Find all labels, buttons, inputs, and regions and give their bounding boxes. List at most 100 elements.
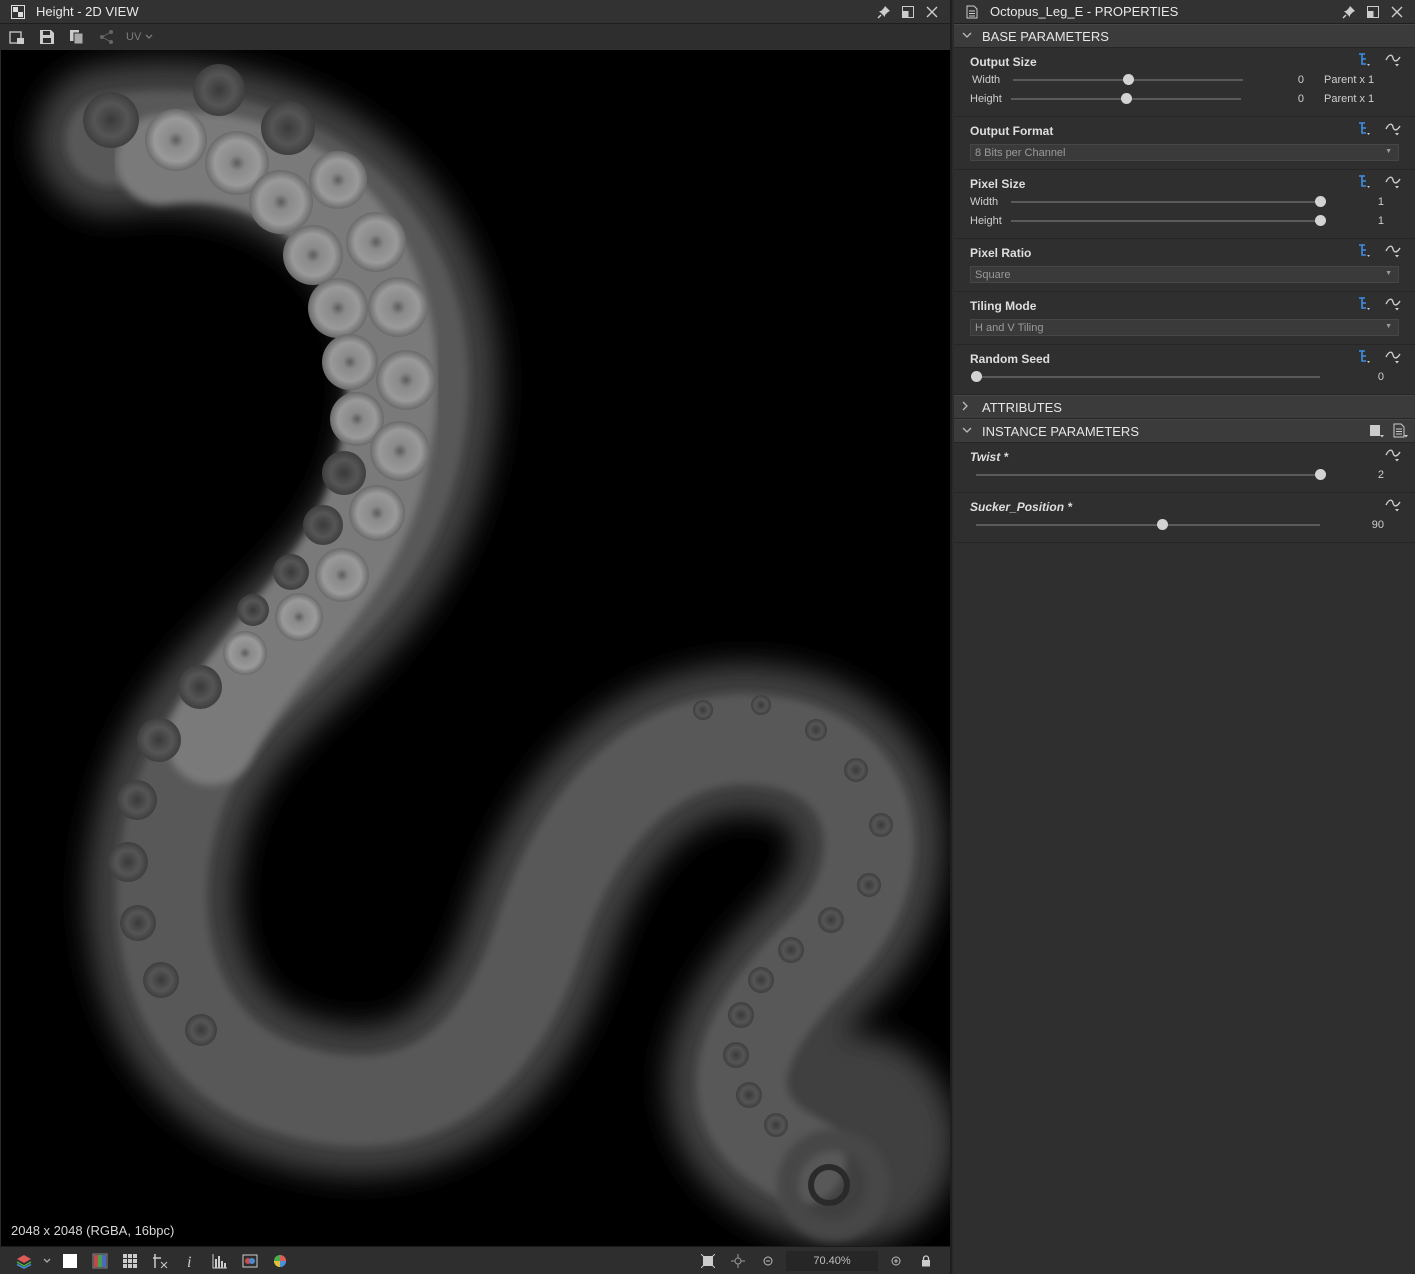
sucker-position-slider[interactable]	[976, 518, 1320, 530]
output-size-height-row: Height 0 Parent x 1	[970, 89, 1399, 108]
inheritance-icon[interactable]	[1357, 349, 1373, 365]
pixel-size-height-value: 1	[1377, 214, 1384, 227]
zoom-out-icon[interactable]	[756, 1250, 780, 1272]
close-icon[interactable]	[920, 2, 944, 22]
properties-titlebar: Octopus_Leg_E - PROPERTIES	[954, 0, 1415, 24]
tiling-mode-label: Tiling Mode	[970, 299, 1037, 313]
output-size-height-thumb[interactable]	[1121, 92, 1132, 104]
layers-icon[interactable]	[12, 1250, 36, 1272]
dropdown-arrow-icon: ▼	[1385, 270, 1392, 277]
preset-icon[interactable]	[1369, 423, 1385, 439]
app-window: Height - 2D VIEW UV 2048 x 2048 (RGBA, 1…	[0, 0, 1415, 1274]
inheritance-icon[interactable]	[1357, 121, 1373, 137]
sucker-position-label: Sucker_Position *	[970, 500, 1073, 514]
uv-dropdown[interactable]: UV	[126, 31, 153, 43]
sucker-position-row: 90	[970, 515, 1399, 534]
center-view-icon[interactable]	[726, 1250, 750, 1272]
svg-text:i: i	[187, 1254, 191, 1269]
copy-icon[interactable]	[64, 27, 90, 47]
dropdown-arrow-icon: ▼	[1385, 323, 1392, 330]
output-size-height-slider[interactable]	[1011, 92, 1241, 104]
function-graph-icon[interactable]	[1385, 121, 1401, 137]
pixel-ratio-label: Pixel Ratio	[970, 246, 1032, 260]
function-graph-icon[interactable]	[1385, 174, 1401, 190]
tiling-mode-dropdown[interactable]: H and V Tiling ▼	[970, 319, 1399, 336]
inheritance-icon[interactable]	[1357, 296, 1373, 312]
color-wheel-icon[interactable]	[268, 1250, 292, 1272]
pixel-ratio-value: Square	[975, 268, 1011, 281]
color-picker-icon[interactable]	[238, 1250, 262, 1272]
view-2d-bottom-toolbar: i 70.40%	[0, 1246, 950, 1274]
view-2d-panel: Height - 2D VIEW UV 2048 x 2048 (RGBA, 1…	[0, 0, 952, 1274]
output-size-width-row: Width 0 Parent x 1	[970, 70, 1399, 89]
pixel-size-width-slider[interactable]	[1011, 195, 1326, 207]
param-twist: Twist * 2	[954, 443, 1415, 493]
tentacle-height-image	[36, 61, 950, 1246]
random-seed-row: 0	[970, 367, 1399, 386]
tiling-tool-icon[interactable]	[148, 1250, 172, 1272]
param-random-seed: Random Seed 0	[954, 345, 1415, 395]
section-base-parameters[interactable]: BASE PARAMETERS	[954, 24, 1415, 48]
inheritance-icon[interactable]	[1357, 243, 1373, 259]
pin-icon[interactable]	[872, 2, 896, 22]
background-white-icon[interactable]	[58, 1250, 82, 1272]
twist-thumb[interactable]	[1315, 468, 1326, 480]
sucker-position-thumb[interactable]	[1156, 518, 1168, 530]
twist-value: 2	[1377, 468, 1384, 481]
function-graph-icon[interactable]	[1385, 52, 1401, 68]
inheritance-icon[interactable]	[1357, 52, 1373, 68]
close-icon[interactable]	[1385, 2, 1409, 22]
function-graph-icon[interactable]	[1385, 243, 1401, 259]
zoom-in-icon[interactable]	[884, 1250, 908, 1272]
image-canvas[interactable]: 2048 x 2048 (RGBA, 16bpc)	[1, 50, 950, 1246]
pixel-ratio-dropdown[interactable]: Square ▼	[970, 266, 1399, 283]
zoom-level[interactable]: 70.40%	[786, 1250, 878, 1271]
maximize-icon[interactable]	[1361, 2, 1385, 22]
section-attributes-label: ATTRIBUTES	[982, 399, 1062, 415]
chevron-down-icon	[962, 425, 976, 437]
output-format-dropdown[interactable]: 8 Bits per Channel ▼	[970, 144, 1399, 161]
param-sucker-position: Sucker_Position * 90	[954, 493, 1415, 543]
pixel-size-height-slider[interactable]	[1011, 214, 1326, 226]
chevron-down-icon[interactable]	[42, 1250, 52, 1272]
export-view-icon[interactable]	[4, 27, 30, 47]
twist-slider[interactable]	[976, 468, 1326, 480]
maximize-icon[interactable]	[896, 2, 920, 22]
function-graph-icon[interactable]	[1385, 349, 1401, 365]
share-icon[interactable]	[94, 27, 120, 47]
output-size-height-parent: Parent x 1	[1324, 92, 1375, 105]
rgb-channels-icon[interactable]	[88, 1250, 112, 1272]
chevron-down-icon	[145, 34, 153, 39]
histogram-icon[interactable]	[208, 1250, 232, 1272]
inheritance-icon[interactable]	[1357, 174, 1373, 190]
random-seed-slider[interactable]	[971, 370, 1320, 382]
function-graph-icon[interactable]	[1385, 296, 1401, 312]
function-graph-icon[interactable]	[1385, 447, 1401, 463]
pixel-size-label: Pixel Size	[970, 177, 1026, 191]
section-instance-parameters[interactable]: INSTANCE PARAMETERS	[954, 419, 1415, 443]
lock-icon[interactable]	[914, 1250, 938, 1272]
pixel-size-height-thumb[interactable]	[1315, 214, 1326, 226]
pixel-size-width-thumb[interactable]	[1315, 195, 1326, 207]
param-pixel-size: Pixel Size Width 1 Height 1	[954, 170, 1415, 239]
save-icon[interactable]	[34, 27, 60, 47]
param-pixel-ratio: Pixel Ratio Square ▼	[954, 239, 1415, 292]
function-graph-icon[interactable]	[1385, 497, 1401, 513]
param-output-size: Output Size Width 0 Parent x 1 Height 0 …	[954, 48, 1415, 117]
info-icon[interactable]: i	[178, 1250, 202, 1272]
section-base-parameters-label: BASE PARAMETERS	[982, 28, 1109, 44]
grid-icon[interactable]	[118, 1250, 142, 1272]
view-2d-toolbar: UV	[0, 24, 950, 50]
output-size-width-slider[interactable]	[1013, 73, 1243, 85]
view-2d-title: Height - 2D VIEW	[36, 4, 139, 19]
output-size-label: Output Size	[970, 55, 1037, 69]
output-size-width-label: Width	[972, 73, 1001, 86]
fit-view-icon[interactable]	[696, 1250, 720, 1272]
output-size-width-thumb[interactable]	[1123, 73, 1134, 85]
uv-label: UV	[126, 31, 142, 43]
pin-icon[interactable]	[1337, 2, 1361, 22]
section-attributes[interactable]: ATTRIBUTES	[954, 395, 1415, 419]
view-2d-titlebar: Height - 2D VIEW	[0, 0, 950, 24]
random-seed-thumb[interactable]	[971, 370, 982, 382]
preset-list-icon[interactable]	[1393, 423, 1409, 439]
